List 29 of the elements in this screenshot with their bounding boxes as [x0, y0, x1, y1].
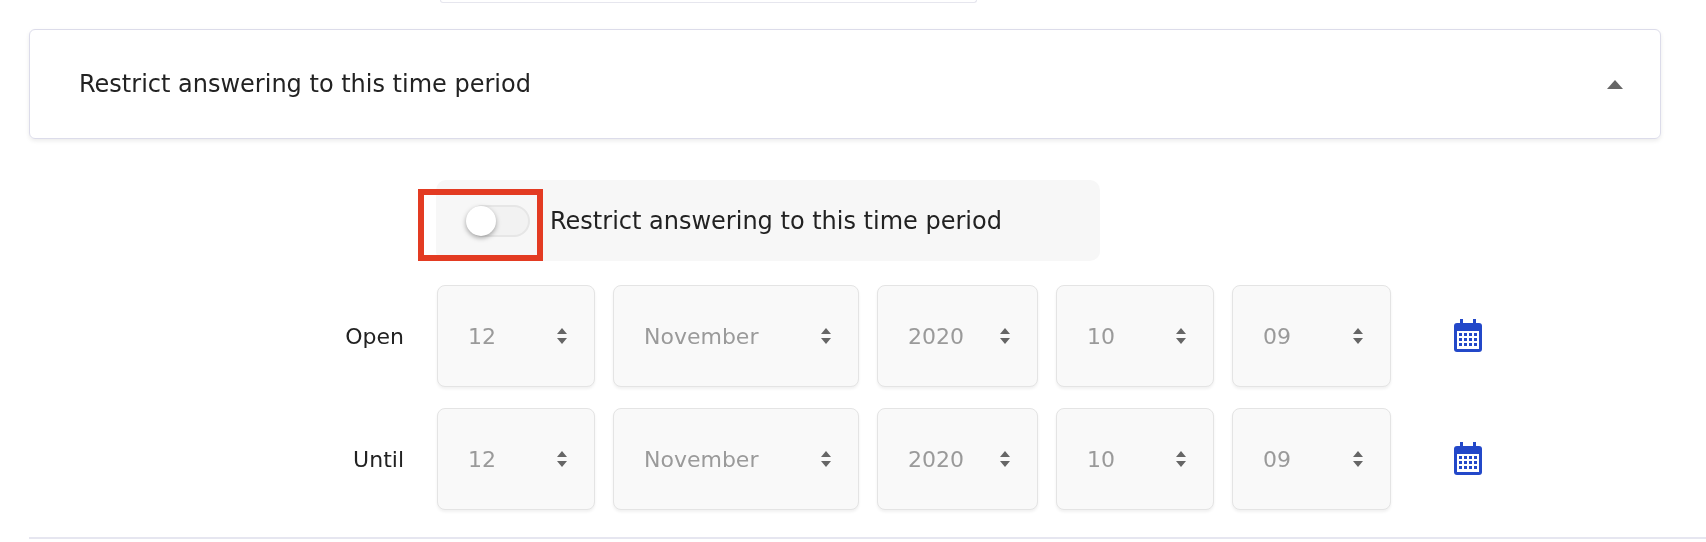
sort-arrows-icon: [556, 327, 568, 345]
section-header[interactable]: Restrict answering to this time period: [29, 29, 1661, 139]
section-title: Restrict answering to this time period: [79, 70, 531, 98]
sort-arrows-icon: [820, 327, 832, 345]
sort-arrows-icon: [820, 450, 832, 468]
date-select[interactable]: 09: [1232, 285, 1391, 387]
date-select[interactable]: 2020: [877, 408, 1038, 510]
date-select[interactable]: 10: [1056, 285, 1214, 387]
date-select[interactable]: 10: [1056, 408, 1214, 510]
date-select[interactable]: 09: [1232, 408, 1391, 510]
sort-arrows-icon: [1175, 327, 1187, 345]
toggle-label: Restrict answering to this time period: [550, 206, 1002, 235]
date-select[interactable]: 2020: [877, 285, 1038, 387]
sort-arrows-icon: [1175, 450, 1187, 468]
sort-arrows-icon: [1352, 327, 1364, 345]
date-label: Open: [344, 323, 405, 349]
date-select[interactable]: November: [613, 285, 859, 387]
sort-arrows-icon: [556, 450, 568, 468]
date-label: Until: [352, 446, 405, 472]
sort-arrows-icon: [999, 327, 1011, 345]
calendar-icon[interactable]: [1453, 319, 1483, 353]
toggle-switch[interactable]: [467, 204, 530, 237]
caret-icon[interactable]: [1606, 79, 1624, 89]
date-select[interactable]: November: [613, 408, 859, 510]
date-select[interactable]: 12: [437, 285, 595, 387]
date-select[interactable]: 12: [437, 408, 595, 510]
sort-arrows-icon: [1352, 450, 1364, 468]
sort-arrows-icon: [999, 450, 1011, 468]
calendar-icon[interactable]: [1453, 442, 1483, 476]
